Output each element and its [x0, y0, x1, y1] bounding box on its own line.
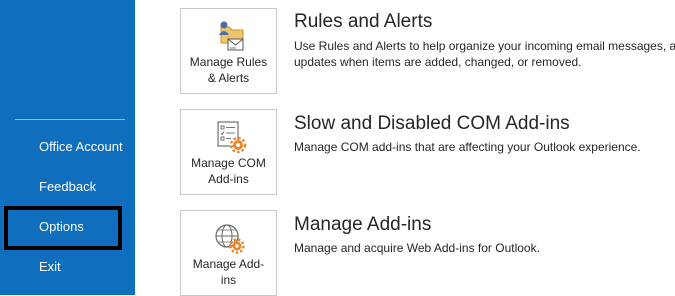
manage-com-addins-button[interactable]: Manage COM Add-ins	[180, 109, 277, 195]
com-addins-icon	[181, 118, 276, 154]
tile-label: Manage Add- ins	[192, 257, 265, 287]
manage-rules-alerts-button[interactable]: Manage Rules & Alerts	[180, 8, 277, 94]
manage-addins-button[interactable]: Manage Add- ins	[180, 210, 277, 296]
com-addins-title: Slow and Disabled COM Add-ins	[294, 113, 570, 134]
sidebar-item-office-account[interactable]: Office Account	[0, 127, 135, 167]
sidebar-item-feedback[interactable]: Feedback	[0, 167, 135, 207]
options-highlight-frame	[4, 206, 122, 250]
addins-title: Manage Add-ins	[294, 214, 432, 235]
rules-alerts-title: Rules and Alerts	[294, 11, 433, 32]
rules-alerts-description: Use Rules and Alerts to help organize yo…	[294, 39, 675, 69]
sidebar-divider	[15, 119, 125, 120]
backstage-sidebar: Office Account Feedback Options Exit	[0, 0, 135, 295]
tile-label: Manage Rules & Alerts	[189, 55, 268, 85]
tile-label: Manage COM Add-ins	[191, 156, 266, 186]
com-addins-description: Manage COM add-ins that are affecting yo…	[294, 140, 641, 154]
sidebar-item-exit[interactable]: Exit	[0, 247, 135, 287]
rules-alerts-icon	[181, 17, 276, 53]
web-addins-icon	[181, 219, 276, 255]
addins-description: Manage and acquire Web Add-ins for Outlo…	[294, 241, 540, 255]
